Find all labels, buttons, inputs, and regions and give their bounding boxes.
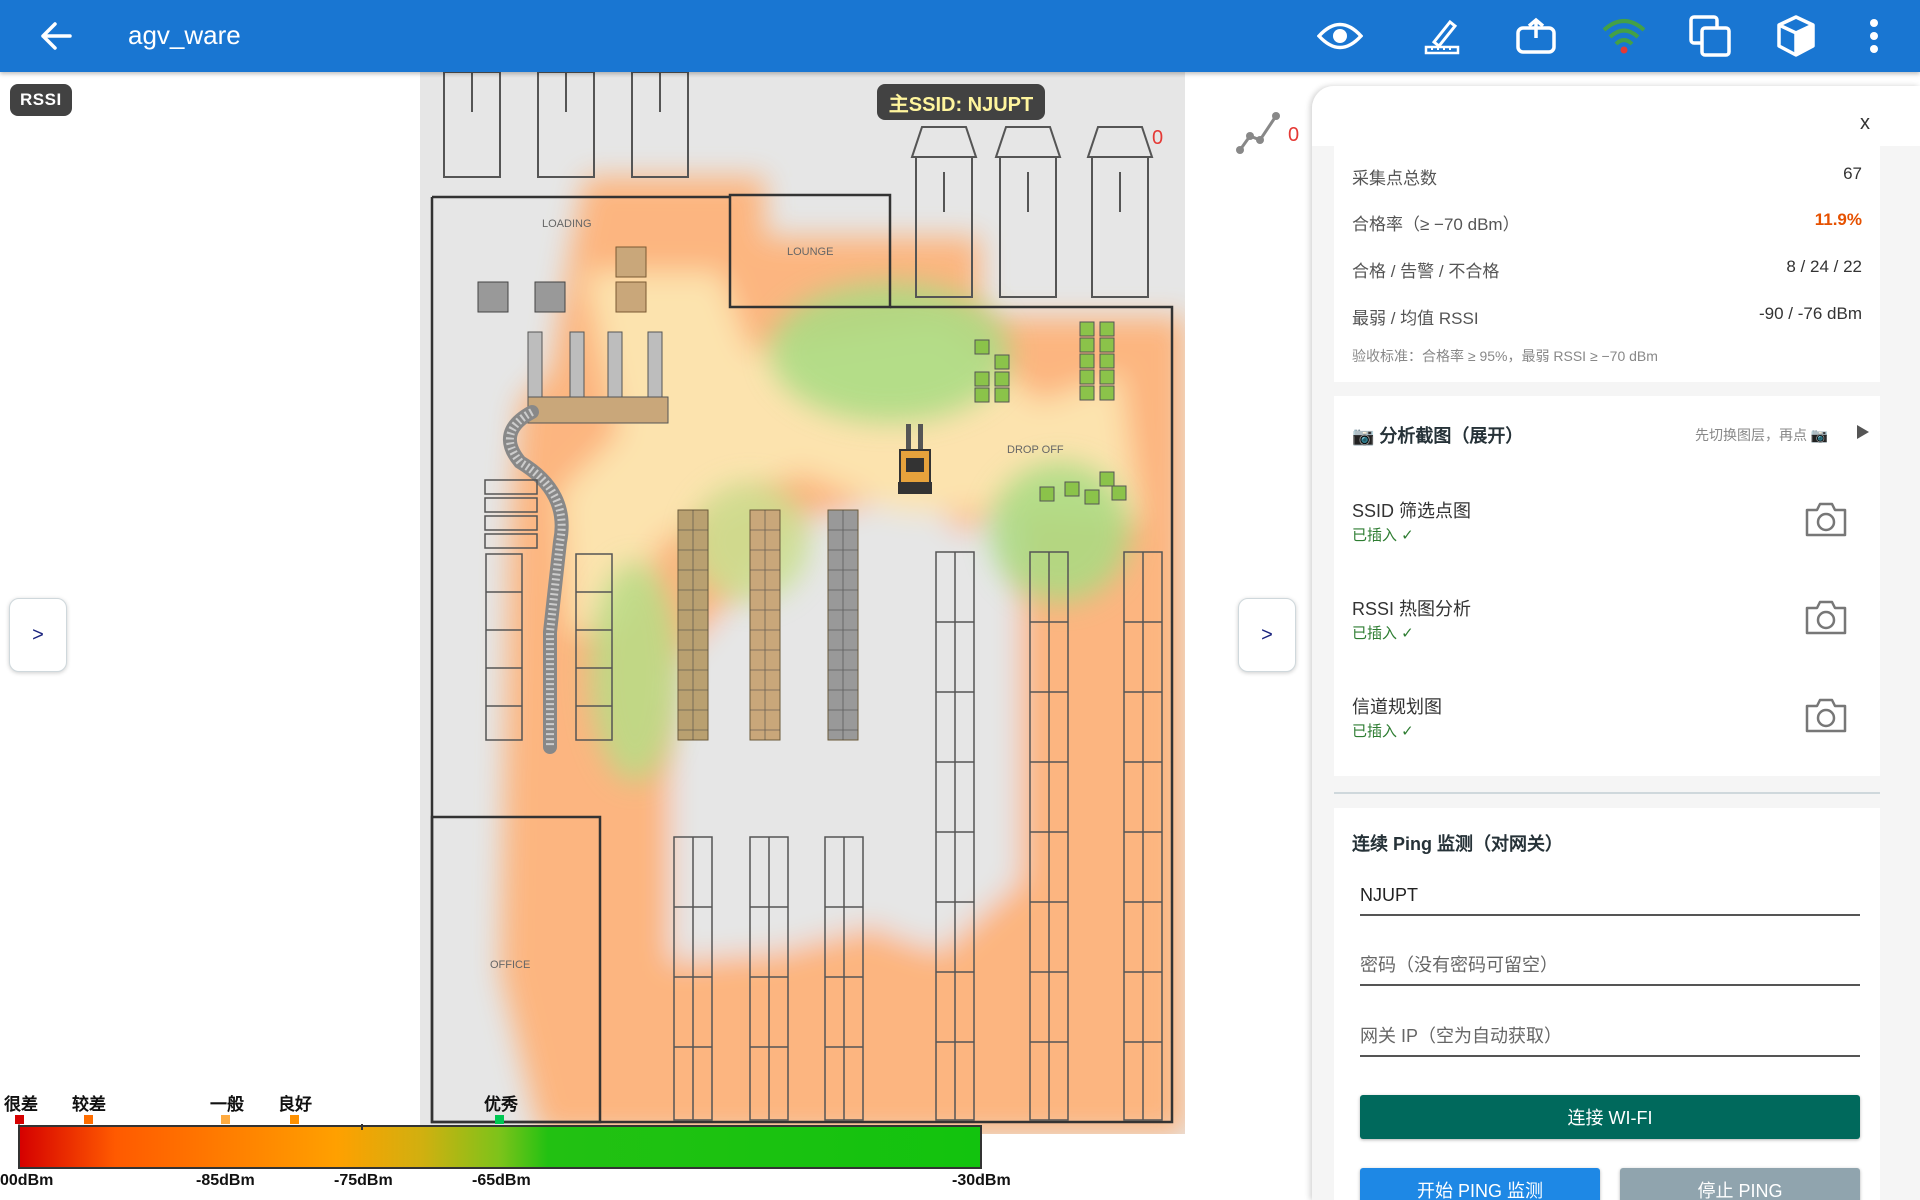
- stat-value: 67: [1843, 164, 1862, 183]
- legend-tick-75: -75dBm: [334, 1172, 393, 1189]
- legend-mark-poor: [84, 1115, 93, 1124]
- legend-level-very-poor: 很差: [4, 1095, 38, 1114]
- analysis-panel: x 采集点总数 67 合格率（≥ −70 dBm） 11.9% 合格 / 告警 …: [1312, 86, 1920, 1200]
- stats-card: 采集点总数 67 合格率（≥ −70 dBm） 11.9% 合格 / 告警 / …: [1334, 146, 1880, 382]
- stat-label: 最弱 / 均值 RSSI: [1352, 309, 1479, 328]
- snapshot-channel-status: 已插入 ✓: [1352, 723, 1414, 740]
- right-panel-toggle[interactable]: >: [1238, 598, 1296, 672]
- stat-value: 11.9%: [1814, 210, 1862, 229]
- snapshots-card: 📷 分析截图（展开） 先切换图层，再点 📷 SSID 筛选点图 已插入 ✓ RS…: [1334, 396, 1880, 776]
- stat-value: 8 / 24 / 22: [1786, 257, 1862, 276]
- stop-ping-button[interactable]: 停止 PING: [1620, 1168, 1860, 1200]
- snapshot-heatmap-status: 已插入 ✓: [1352, 625, 1414, 642]
- back-arrow-icon[interactable]: [32, 12, 80, 60]
- share-box-icon[interactable]: [1508, 8, 1564, 64]
- ssid-pill: 主SSID: NJUPT: [877, 84, 1045, 120]
- legend-gradient-bar: [18, 1124, 982, 1169]
- legend-tick-65: -65dBm: [472, 1172, 531, 1189]
- stat-rssi-min-avg: 最弱 / 均值 RSSI -90 / -76 dBm: [1352, 304, 1862, 329]
- snapshots-title[interactable]: 📷 分析截图（展开）: [1352, 422, 1523, 448]
- left-panel-toggle[interactable]: >: [9, 598, 67, 672]
- stat-value: -90 / -76 dBm: [1759, 304, 1862, 323]
- truck-count: 0: [1152, 127, 1163, 149]
- legend-mark-excellent: [495, 1115, 504, 1124]
- route-icon[interactable]: [1236, 110, 1284, 161]
- ruler-pen-icon[interactable]: [1414, 8, 1470, 64]
- ping-title: 连续 Ping 监测（对网关）: [1352, 834, 1563, 854]
- more-vert-icon[interactable]: [1846, 8, 1902, 64]
- legend-level-good: 良好: [278, 1095, 312, 1114]
- stat-label: 合格 / 告警 / 不合格: [1352, 262, 1500, 281]
- snapshot-ssid-label: SSID 筛选点图: [1352, 501, 1472, 521]
- stat-pass-rate: 合格率（≥ −70 dBm） 11.9%: [1352, 210, 1862, 235]
- password-input[interactable]: [1360, 946, 1860, 984]
- legend-tick-min: 00dBm: [0, 1172, 54, 1189]
- app-root: agv_ware LOADING LOUNGE DROP OFF OFFICE …: [0, 0, 1920, 1200]
- ping-card: 连续 Ping 监测（对网关） 连接 WI-FI 开始 PING 监测 停止 P…: [1334, 808, 1880, 1200]
- snapshots-hint: 先切换图层，再点 📷: [1695, 427, 1829, 443]
- legend-level-excellent: 优秀: [484, 1095, 518, 1114]
- password-field[interactable]: [1360, 946, 1860, 986]
- page-title: agv_ware: [128, 20, 241, 50]
- stat-label: 采集点总数: [1352, 169, 1437, 188]
- stat-label: 合格率（≥ −70 dBm）: [1352, 215, 1520, 234]
- legend-tick-max: -30dBm: [952, 1172, 1011, 1189]
- panel-header: x: [1312, 86, 1920, 146]
- divider: [1334, 792, 1880, 794]
- legend-mark-fair: [221, 1115, 230, 1124]
- camera-icon[interactable]: [1804, 598, 1848, 636]
- rssi-legend: 很差 较差 一般 良好 优秀 00dBm -85dBm -75dBm -65dB…: [0, 1090, 1020, 1200]
- gateway-input[interactable]: [1360, 1017, 1860, 1055]
- gateway-field[interactable]: [1360, 1017, 1860, 1057]
- snapshot-heatmap-label: RSSI 热图分析: [1352, 599, 1472, 619]
- start-ping-button[interactable]: 开始 PING 监测: [1360, 1168, 1600, 1200]
- layer-chip[interactable]: RSSI: [10, 84, 72, 116]
- expand-play-icon[interactable]: [1856, 424, 1870, 445]
- legend-mark-very-poor: [15, 1115, 24, 1124]
- camera-icon[interactable]: [1804, 696, 1848, 734]
- eye-icon[interactable]: [1312, 8, 1368, 64]
- legend-level-fair: 一般: [210, 1095, 244, 1114]
- floor-plan[interactable]: LOADING LOUNGE DROP OFF OFFICE 0: [420, 72, 1185, 1134]
- cube-icon[interactable]: [1768, 8, 1824, 64]
- snapshot-channel-label: 信道规划图: [1352, 697, 1442, 717]
- zone-office: OFFICE: [490, 959, 530, 971]
- copy-layers-icon[interactable]: [1682, 8, 1738, 64]
- zone-loading: LOADING: [542, 218, 592, 230]
- connect-wifi-button[interactable]: 连接 WI-FI: [1360, 1095, 1860, 1139]
- legend-level-poor: 较差: [72, 1095, 106, 1114]
- wifi-signal-icon[interactable]: [1596, 8, 1652, 64]
- zone-lounge: LOUNGE: [787, 246, 833, 258]
- close-icon[interactable]: x: [1860, 112, 1870, 135]
- heatmap-canvas[interactable]: LOADING LOUNGE DROP OFF OFFICE 0 RSSI 主S…: [0, 72, 1310, 1200]
- acceptance-criteria: 验收标准：合格率 ≥ 95%，最弱 RSSI ≥ −70 dBm: [1352, 348, 1658, 364]
- ssid-field[interactable]: [1360, 876, 1860, 916]
- legend-tick-85: -85dBm: [196, 1172, 255, 1189]
- top-app-bar: agv_ware: [0, 0, 1920, 72]
- route-count: 0: [1288, 124, 1300, 146]
- legend-mark-good: [290, 1115, 299, 1124]
- snapshot-ssid-status: 已插入 ✓: [1352, 527, 1414, 544]
- camera-icon[interactable]: [1804, 500, 1848, 538]
- stat-pass-warn-fail: 合格 / 告警 / 不合格 8 / 24 / 22: [1352, 257, 1862, 282]
- stat-total-points: 采集点总数 67: [1352, 164, 1862, 189]
- zone-drop-off: DROP OFF: [1007, 444, 1064, 456]
- ssid-input[interactable]: [1360, 876, 1860, 914]
